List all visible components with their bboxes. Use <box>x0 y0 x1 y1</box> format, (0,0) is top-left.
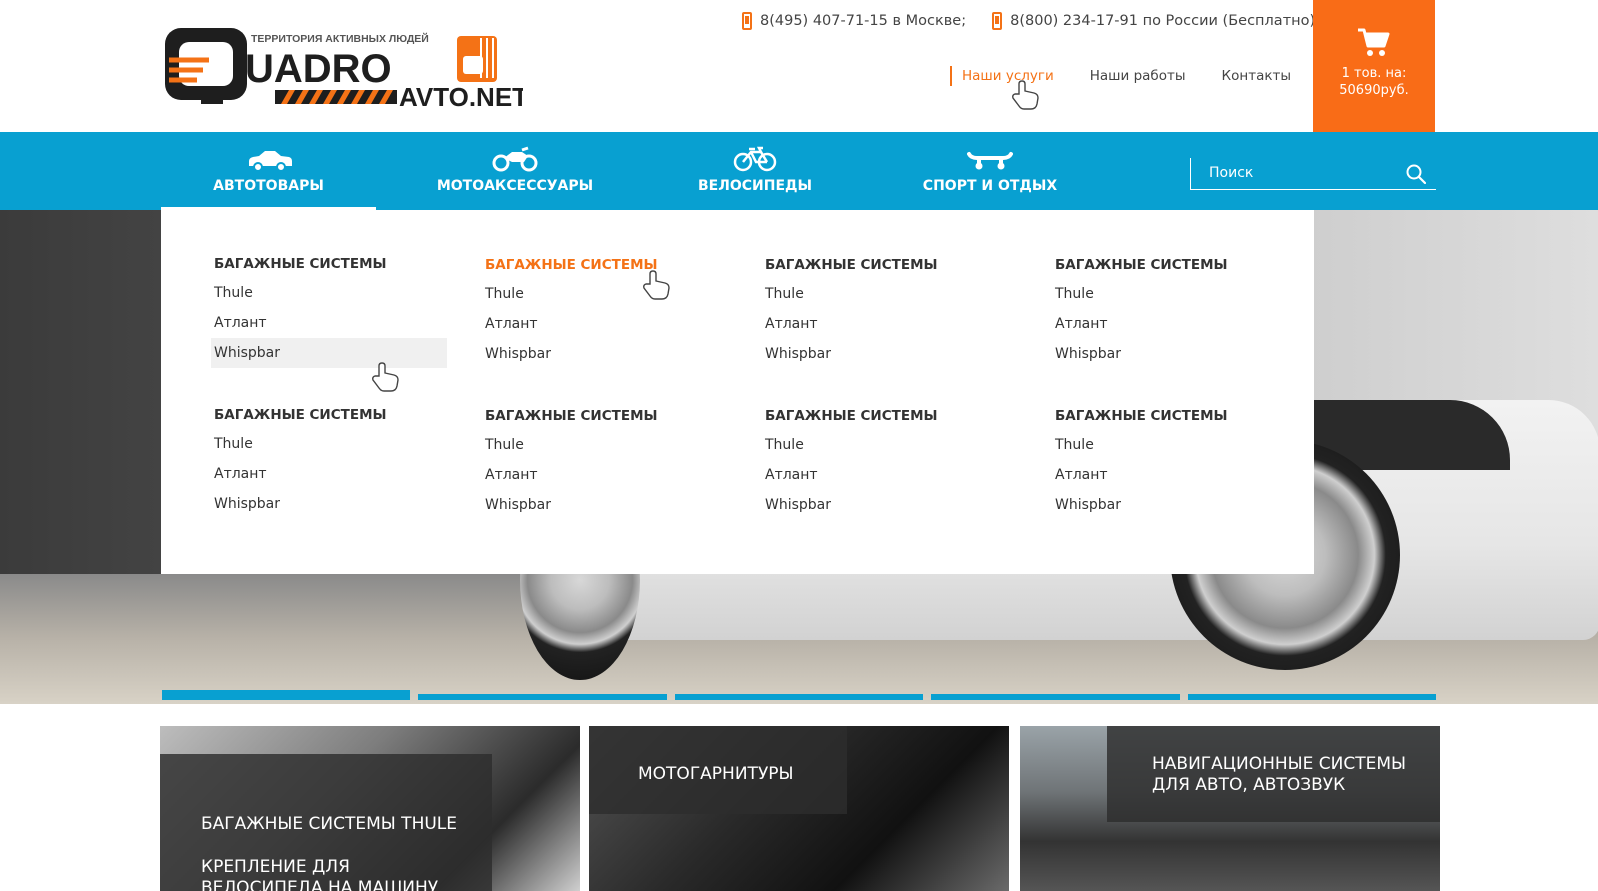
svg-text:ТЕРРИТОРИЯ АКТИВНЫХ ЛЮДЕЙ: ТЕРРИТОРИЯ АКТИВНЫХ ЛЮДЕЙ <box>251 32 429 45</box>
category-auto-label: АВТОТОВАРЫ <box>213 178 324 194</box>
menu-group-title[interactable]: БАГАЖНЫЕ СИСТЕМЫ <box>214 250 454 278</box>
shopping-cart-icon <box>1358 28 1390 56</box>
category-auto[interactable]: АВТОТОВАРЫ <box>161 132 376 212</box>
menu-item-thule[interactable]: Thule <box>1052 430 1295 460</box>
slider-dot-4[interactable] <box>931 694 1180 700</box>
menu-item-whispbar[interactable]: Whispbar <box>1052 339 1295 369</box>
promo-tile-thule[interactable]: БАГАЖНЫЕ СИСТЕМЫ THULE КРЕПЛЕНИЕ ДЛЯ ВЕЛ… <box>160 726 580 891</box>
promo-tile-moto-label: МОТОГАРНИТУРЫ <box>589 726 847 814</box>
menu-item-thule[interactable]: Thule <box>211 278 454 308</box>
menu-item-atlant[interactable]: Атлант <box>1052 460 1295 490</box>
slider-dot-2[interactable] <box>418 694 667 700</box>
menu-group-title[interactable]: БАГАЖНЫЕ СИСТЕМЫ <box>485 251 725 279</box>
svg-text:UADRO: UADRO <box>245 47 392 91</box>
mobile-phone-icon <box>992 12 1003 30</box>
hero-slider-indicators <box>162 690 1437 700</box>
menu-item-whispbar[interactable]: Whispbar <box>482 490 725 520</box>
menu-item-whispbar[interactable]: Whispbar <box>1052 490 1295 520</box>
menu-item-whispbar[interactable]: Whispbar <box>762 339 1005 369</box>
menu-group: БАГАЖНЫЕ СИСТЕМЫ Thule Атлант Whispbar <box>1055 402 1295 520</box>
logo[interactable]: ТЕРРИТОРИЯ АКТИВНЫХ ЛЮДЕЙ UADRO AVTO.NET <box>163 24 523 108</box>
search-input[interactable] <box>1191 158 1391 188</box>
promo-tile-thule-title: БАГАЖНЫЕ СИСТЕМЫ THULE <box>201 814 458 834</box>
promo-tile-thule-line3: ВЕЛОСИПЕДА НА МАШИНУ <box>201 878 439 891</box>
search-box <box>1190 158 1436 190</box>
menu-item-thule[interactable]: Thule <box>1052 279 1295 309</box>
menu-item-whispbar[interactable]: Whispbar <box>211 489 454 519</box>
menu-item-thule[interactable]: Thule <box>482 279 725 309</box>
page: ТЕРРИТОРИЯ АКТИВНЫХ ЛЮДЕЙ UADRO AVTO.NET… <box>0 0 1598 891</box>
phone-russia[interactable]: 8(800) 234-17-91 по России (Бесплатно) <box>992 10 1315 32</box>
menu-group-title[interactable]: БАГАЖНЫЕ СИСТЕМЫ <box>214 401 454 429</box>
phone-moscow[interactable]: 8(495) 407-71-15 в Москве; <box>742 10 966 32</box>
header: ТЕРРИТОРИЯ АКТИВНЫХ ЛЮДЕЙ UADRO AVTO.NET… <box>0 0 1598 132</box>
menu-item-atlant[interactable]: Атлант <box>211 308 454 338</box>
menu-item-thule[interactable]: Thule <box>762 279 1005 309</box>
mobile-phone-icon <box>742 12 752 30</box>
category-moto[interactable]: МОТОАКСЕССУАРЫ <box>425 132 605 210</box>
category-moto-label: МОТОАКСЕССУАРЫ <box>436 178 594 194</box>
category-bar: АВТОТОВАРЫ МОТОАКСЕССУАРЫ ВЕЛОСИПЕДЫ СПО… <box>0 132 1598 212</box>
menu-item-whispbar[interactable]: Whispbar <box>211 338 447 368</box>
menu-group-title[interactable]: БАГАЖНЫЕ СИСТЕМЫ <box>1055 251 1295 279</box>
nav-contacts[interactable]: Контакты <box>1212 66 1301 86</box>
promo-tile-moto-title: МОТОГАРНИТУРЫ <box>638 764 794 784</box>
svg-text:AVTO.NET: AVTO.NET <box>399 82 523 108</box>
motorcycle-icon <box>492 146 538 172</box>
menu-group: БАГАЖНЫЕ СИСТЕМЫ Thule Атлант Whispbar <box>765 251 1005 369</box>
nav-our-works[interactable]: Наши работы <box>1080 66 1196 86</box>
menu-item-whispbar[interactable]: Whispbar <box>762 490 1005 520</box>
cart-button[interactable]: 1 тов. на: 50690руб. <box>1313 0 1435 132</box>
cart-count: 1 тов. на: <box>1341 66 1407 81</box>
menu-item-atlant[interactable]: Атлант <box>482 460 725 490</box>
menu-item-atlant[interactable]: Атлант <box>1052 309 1295 339</box>
menu-group: БАГАЖНЫЕ СИСТЕМЫ Thule Атлант Whispbar <box>485 402 725 520</box>
menu-item-atlant[interactable]: Атлант <box>762 460 1005 490</box>
slider-dot-1[interactable] <box>162 690 411 700</box>
slider-dot-5[interactable] <box>1187 694 1437 700</box>
category-bikes-label: ВЕЛОСИПЕДЫ <box>697 178 812 194</box>
phone-russia-text: 8(800) 234-17-91 по России (Бесплатно) <box>1010 13 1316 29</box>
menu-item-whispbar[interactable]: Whispbar <box>482 339 725 369</box>
top-nav: Наши услуги Наши работы Контакты <box>950 66 1317 86</box>
category-bikes[interactable]: ВЕЛОСИПЕДЫ <box>680 132 830 210</box>
menu-group-title[interactable]: БАГАЖНЫЕ СИСТЕМЫ <box>1055 402 1295 430</box>
menu-group: БАГАЖНЫЕ СИСТЕМЫ Thule Атлант Whispbar <box>211 250 454 368</box>
category-sport[interactable]: СПОРТ И ОТДЫХ <box>910 132 1070 210</box>
menu-item-thule[interactable]: Thule <box>482 430 725 460</box>
menu-group: БАГАЖНЫЕ СИСТЕМЫ Thule Атлант Whispbar <box>214 401 454 519</box>
promo-tile-navigation-line2: ДЛЯ АВТО, АВТОЗВУК <box>1152 775 1346 795</box>
menu-item-thule[interactable]: Thule <box>211 429 454 459</box>
search-icon[interactable] <box>1406 164 1426 184</box>
menu-item-atlant[interactable]: Атлант <box>482 309 725 339</box>
car-icon <box>248 151 292 172</box>
promo-tile-navigation[interactable]: НАВИГАЦИОННЫЕ СИСТЕМЫ ДЛЯ АВТО, АВТОЗВУК <box>1020 726 1440 891</box>
promo-tile-navigation-label: НАВИГАЦИОННЫЕ СИСТЕМЫ ДЛЯ АВТО, АВТОЗВУК <box>1107 726 1440 822</box>
nav-our-services[interactable]: Наши услуги <box>950 66 1064 86</box>
category-sport-label: СПОРТ И ОТДЫХ <box>922 178 1058 194</box>
menu-group-title[interactable]: БАГАЖНЫЕ СИСТЕМЫ <box>485 402 725 430</box>
cart-total: 50690руб. <box>1339 83 1409 98</box>
menu-group-title[interactable]: БАГАЖНЫЕ СИСТЕМЫ <box>765 251 1005 279</box>
menu-item-atlant[interactable]: Атлант <box>762 309 1005 339</box>
mega-menu: БАГАЖНЫЕ СИСТЕМЫ Thule Атлант Whispbar Б… <box>161 210 1314 574</box>
phone-moscow-text: 8(495) 407-71-15 в Москве; <box>760 13 967 29</box>
phone-list: 8(495) 407-71-15 в Москве; 8(800) 234-17… <box>742 10 1315 32</box>
menu-group-title[interactable]: БАГАЖНЫЕ СИСТЕМЫ <box>765 402 1005 430</box>
menu-item-thule[interactable]: Thule <box>762 430 1005 460</box>
menu-group: БАГАЖНЫЕ СИСТЕМЫ Thule Атлант Whispbar <box>765 402 1005 520</box>
promo-tiles: БАГАЖНЫЕ СИСТЕМЫ THULE КРЕПЛЕНИЕ ДЛЯ ВЕЛ… <box>160 726 1440 891</box>
menu-group: БАГАЖНЫЕ СИСТЕМЫ Thule Атлант Whispbar <box>1055 251 1295 369</box>
bicycle-icon <box>733 146 777 172</box>
promo-tile-navigation-line1: НАВИГАЦИОННЫЕ СИСТЕМЫ <box>1152 754 1407 774</box>
menu-item-atlant[interactable]: Атлант <box>211 459 454 489</box>
promo-tile-thule-line2: КРЕПЛЕНИЕ ДЛЯ <box>201 857 350 877</box>
slider-dot-3[interactable] <box>674 694 924 700</box>
promo-tile-moto[interactable]: МОТОГАРНИТУРЫ <box>589 726 1009 891</box>
promo-tile-thule-label: БАГАЖНЫЕ СИСТЕМЫ THULE КРЕПЛЕНИЕ ДЛЯ ВЕЛ… <box>160 754 492 891</box>
menu-group: БАГАЖНЫЕ СИСТЕМЫ Thule Атлант Whispbar <box>485 251 725 369</box>
skateboard-icon <box>967 152 1013 170</box>
